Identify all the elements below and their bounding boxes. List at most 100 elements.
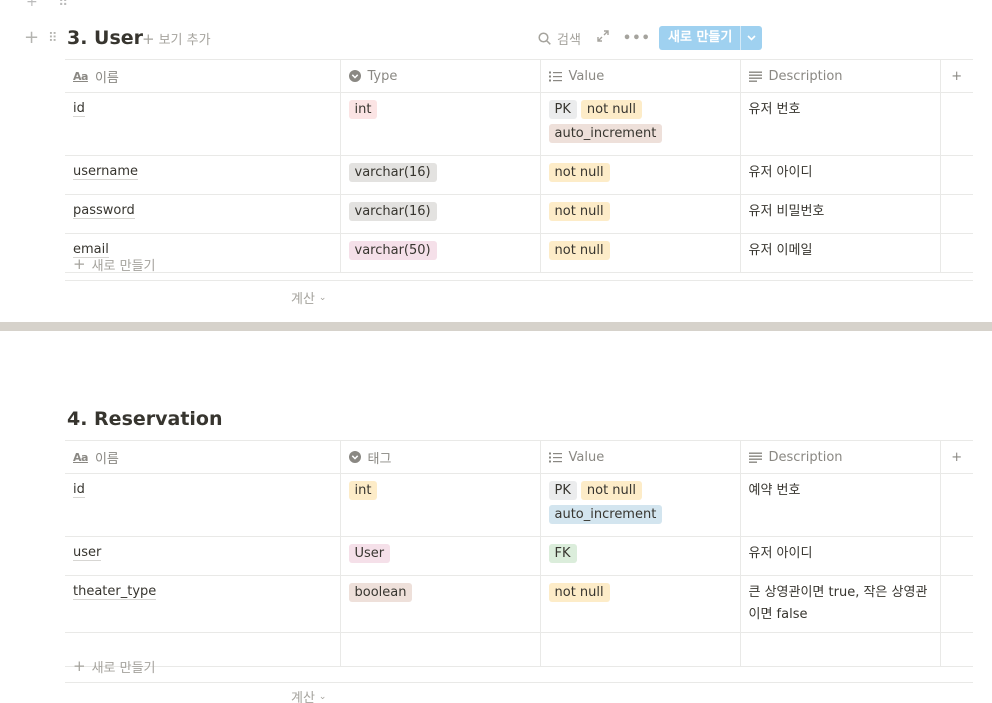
plus-icon: + xyxy=(142,29,155,48)
add-property-icon[interactable]: + xyxy=(940,440,973,474)
search-icon xyxy=(538,31,551,45)
column-header-description[interactable]: Description xyxy=(740,59,941,93)
value-cell[interactable]: not null xyxy=(540,194,741,234)
table-row[interactable]: password varchar(16) not null 유저 비밀번호 xyxy=(65,194,973,234)
name-cell[interactable]: theater_type xyxy=(65,575,341,633)
type-cell[interactable]: int xyxy=(340,92,541,156)
type-cell[interactable]: User xyxy=(340,536,541,576)
table-header-row: Aa 이름 Type Value Description + xyxy=(65,59,973,93)
chevron-down-icon: ⌄ xyxy=(318,292,327,303)
table-row[interactable]: theater_type boolean not null 큰 상영관이면 tr… xyxy=(65,575,973,633)
type-tag: int xyxy=(348,481,378,500)
add-row-button[interactable]: + 새로 만들기 xyxy=(65,248,973,281)
database-title[interactable]: 3. User xyxy=(67,27,143,49)
search-button[interactable]: 검색 xyxy=(538,29,581,48)
table-row[interactable]: id int PK not null auto_increment 유저 번호 xyxy=(65,92,973,156)
chevron-down-icon[interactable] xyxy=(740,26,762,50)
value-cell[interactable]: FK xyxy=(540,536,741,576)
name-cell[interactable]: user xyxy=(65,536,341,576)
column-header-name[interactable]: Aa 이름 xyxy=(65,59,341,93)
type-tag: boolean xyxy=(348,583,413,602)
column-header-name[interactable]: Aa 이름 xyxy=(65,440,341,474)
multi-select-property-icon xyxy=(548,71,562,82)
value-tag: auto_increment xyxy=(548,505,663,524)
empty-cell xyxy=(940,536,973,576)
empty-cell xyxy=(940,473,973,537)
add-property-icon[interactable]: + xyxy=(940,59,973,93)
value-tag: PK xyxy=(548,481,577,500)
text-lines-icon xyxy=(748,71,762,82)
chevron-down-icon: ⌄ xyxy=(318,691,327,702)
column-label: Description xyxy=(768,449,843,465)
name-cell[interactable]: id xyxy=(65,92,341,156)
row-name[interactable]: id xyxy=(73,482,85,498)
description-cell[interactable]: 유저 비밀번호 xyxy=(740,194,941,234)
value-cell[interactable]: PK not null auto_increment xyxy=(540,473,741,537)
description-cell[interactable]: 유저 번호 xyxy=(740,92,941,156)
type-tag: varchar(16) xyxy=(348,163,437,182)
value-tag: FK xyxy=(548,544,577,563)
type-cell[interactable]: varchar(16) xyxy=(340,194,541,234)
table-row[interactable]: id int PK not null auto_increment 예약 번호 xyxy=(65,473,973,537)
value-tag: not null xyxy=(548,583,610,602)
calculate-button[interactable]: 계산 ⌄ xyxy=(291,687,326,703)
row-name[interactable]: username xyxy=(73,164,138,180)
column-label: Description xyxy=(768,68,843,84)
description-cell[interactable]: 유저 아이디 xyxy=(740,536,941,576)
column-header-description[interactable]: Description xyxy=(740,440,941,474)
description-cell[interactable]: 큰 상영관이면 true, 작은 상영관이면 false xyxy=(740,575,941,633)
value-cell[interactable]: PK not null auto_increment xyxy=(540,92,741,156)
add-view-button[interactable]: + 보기 추가 xyxy=(142,29,211,48)
database-title[interactable]: 4. Reservation xyxy=(67,408,223,430)
section-divider xyxy=(0,322,992,331)
add-block-icon[interactable]: + xyxy=(24,29,39,47)
select-property-icon xyxy=(348,70,361,82)
table-row[interactable]: username varchar(16) not null 유저 아이디 xyxy=(65,155,973,195)
name-cell[interactable]: password xyxy=(65,194,341,234)
row-name[interactable]: id xyxy=(73,101,85,117)
new-button[interactable]: 새로 만들기 xyxy=(659,26,763,50)
row-name[interactable]: password xyxy=(73,203,135,219)
text-property-icon: Aa xyxy=(73,450,88,464)
description-cell[interactable]: 유저 아이디 xyxy=(740,155,941,195)
row-name[interactable]: theater_type xyxy=(73,584,157,600)
value-cell[interactable]: not null xyxy=(540,575,741,633)
expand-icon[interactable] xyxy=(597,30,609,46)
value-tag: not null xyxy=(548,163,610,182)
value-tag: PK xyxy=(548,100,577,119)
user-table: Aa 이름 Type Value Description + id int PK n… xyxy=(65,59,973,273)
description-cell[interactable]: 예약 번호 xyxy=(740,473,941,537)
row-name[interactable]: user xyxy=(73,545,102,561)
column-header-type[interactable]: 태그 xyxy=(340,440,541,474)
name-cell[interactable]: username xyxy=(65,155,341,195)
column-label: Value xyxy=(568,449,605,465)
value-cell[interactable]: not null xyxy=(540,155,741,195)
column-header-value[interactable]: Value xyxy=(540,440,741,474)
search-label: 검색 xyxy=(557,32,581,48)
add-row-button[interactable]: + 새로 만들기 xyxy=(65,650,973,683)
column-header-value[interactable]: Value xyxy=(540,59,741,93)
name-cell[interactable]: id xyxy=(65,473,341,537)
type-tag: int xyxy=(348,100,378,119)
more-options-icon[interactable]: ••• xyxy=(623,31,651,46)
type-cell[interactable]: int xyxy=(340,473,541,537)
empty-cell xyxy=(940,155,973,195)
table-row[interactable]: user User FK 유저 아이디 xyxy=(65,536,973,576)
type-cell[interactable]: varchar(16) xyxy=(340,155,541,195)
database-reservation: 4. Reservation Aa 이름 태그 Value Description… xyxy=(0,331,992,703)
add-view-label: 보기 추가 xyxy=(158,32,211,48)
column-label: 이름 xyxy=(94,70,119,86)
select-property-icon xyxy=(348,451,361,463)
type-cell[interactable]: boolean xyxy=(340,575,541,633)
type-tag: User xyxy=(348,544,391,563)
calculate-label: 계산 xyxy=(291,292,315,307)
calculate-button[interactable]: 계산 ⌄ xyxy=(291,288,326,307)
new-button-label[interactable]: 새로 만들기 xyxy=(659,26,740,50)
calculate-label: 계산 xyxy=(291,691,315,703)
empty-cell xyxy=(940,575,973,633)
column-header-type[interactable]: Type xyxy=(340,59,541,93)
drag-handle-icon[interactable]: ⠿ xyxy=(48,32,57,45)
value-tag: not null xyxy=(580,481,642,500)
plus-icon: + xyxy=(73,657,86,675)
add-row-label: 새로 만들기 xyxy=(91,660,156,676)
